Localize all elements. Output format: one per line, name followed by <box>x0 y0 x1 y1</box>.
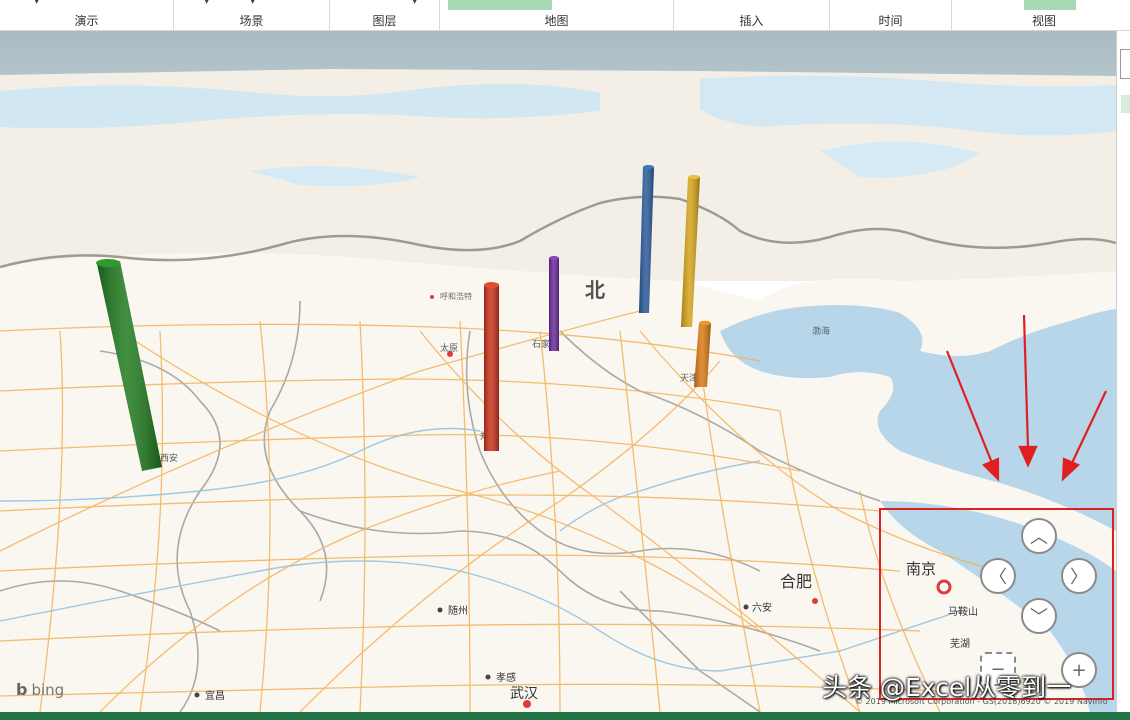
panel-tab[interactable] <box>1120 49 1130 79</box>
dropdown-caret-icon[interactable]: ▼ <box>204 0 209 5</box>
ribbon-group-scene[interactable]: ▼ ▼ 场景 <box>174 0 330 30</box>
city-label-hohhot: 呼和浩特 <box>440 291 472 301</box>
bing-b-icon: b <box>16 680 28 699</box>
city-label-luan: 六安 <box>752 601 772 614</box>
bing-logo: b bing <box>16 680 64 699</box>
ribbon: ▼ 演示 ▼ ▼ 场景 ▼ 图层 地图 插入 时间 视图 <box>0 0 1130 31</box>
city-dot <box>485 674 491 680</box>
ribbon-group-label: 时间 <box>878 14 903 28</box>
ribbon-group-layer[interactable]: ▼ 图层 <box>330 0 440 30</box>
ribbon-group-map[interactable]: 地图 <box>440 0 674 30</box>
city-label-yichang: 宜昌 <box>205 689 225 702</box>
selected-indicator <box>1024 0 1076 10</box>
ribbon-group-view[interactable]: 视图 <box>952 0 1130 30</box>
selected-indicator <box>448 0 552 10</box>
city-label-xian: 西安 <box>160 452 178 464</box>
city-label-taiyuan: 太原 <box>440 342 458 354</box>
ribbon-group-label: 演示 <box>74 14 99 28</box>
sea-label-bohai: 渤海 <box>812 325 830 337</box>
status-bar <box>0 712 1130 720</box>
data-column[interactable] <box>549 256 559 351</box>
dropdown-caret-icon[interactable]: ▼ <box>34 0 39 5</box>
ribbon-group-label: 插入 <box>739 14 764 28</box>
ribbon-group-demo[interactable]: ▼ 演示 <box>0 0 174 30</box>
ribbon-group-time[interactable]: 时间 <box>830 0 952 30</box>
ribbon-group-label: 地图 <box>544 14 569 28</box>
city-label-beijing: 北 <box>585 278 605 302</box>
city-dot <box>743 604 749 610</box>
dropdown-caret-icon[interactable]: ▼ <box>250 0 255 5</box>
city-label-wuhan: 武汉 <box>510 686 538 702</box>
watermark: 头条 @Excel从零到一 <box>822 673 1072 702</box>
city-label-suizhou: 随州 <box>448 604 468 617</box>
city-label-xiaogan: 孝感 <box>496 671 516 684</box>
side-panel[interactable] <box>1116 31 1130 712</box>
ribbon-group-label: 场景 <box>239 14 264 28</box>
bing-text: bing <box>31 680 65 699</box>
panel-indicator <box>1121 95 1130 113</box>
city-dot <box>194 692 200 698</box>
ribbon-group-label: 图层 <box>372 14 397 28</box>
data-column[interactable] <box>484 282 499 451</box>
city-dot <box>430 295 434 299</box>
dropdown-caret-icon[interactable]: ▼ <box>412 0 417 5</box>
ribbon-group-insert[interactable]: 插入 <box>674 0 830 30</box>
city-label-hefei: 合肥 <box>780 572 812 591</box>
ribbon-group-label: 视图 <box>1031 14 1056 28</box>
city-dot <box>437 607 443 613</box>
city-dot <box>812 598 818 604</box>
